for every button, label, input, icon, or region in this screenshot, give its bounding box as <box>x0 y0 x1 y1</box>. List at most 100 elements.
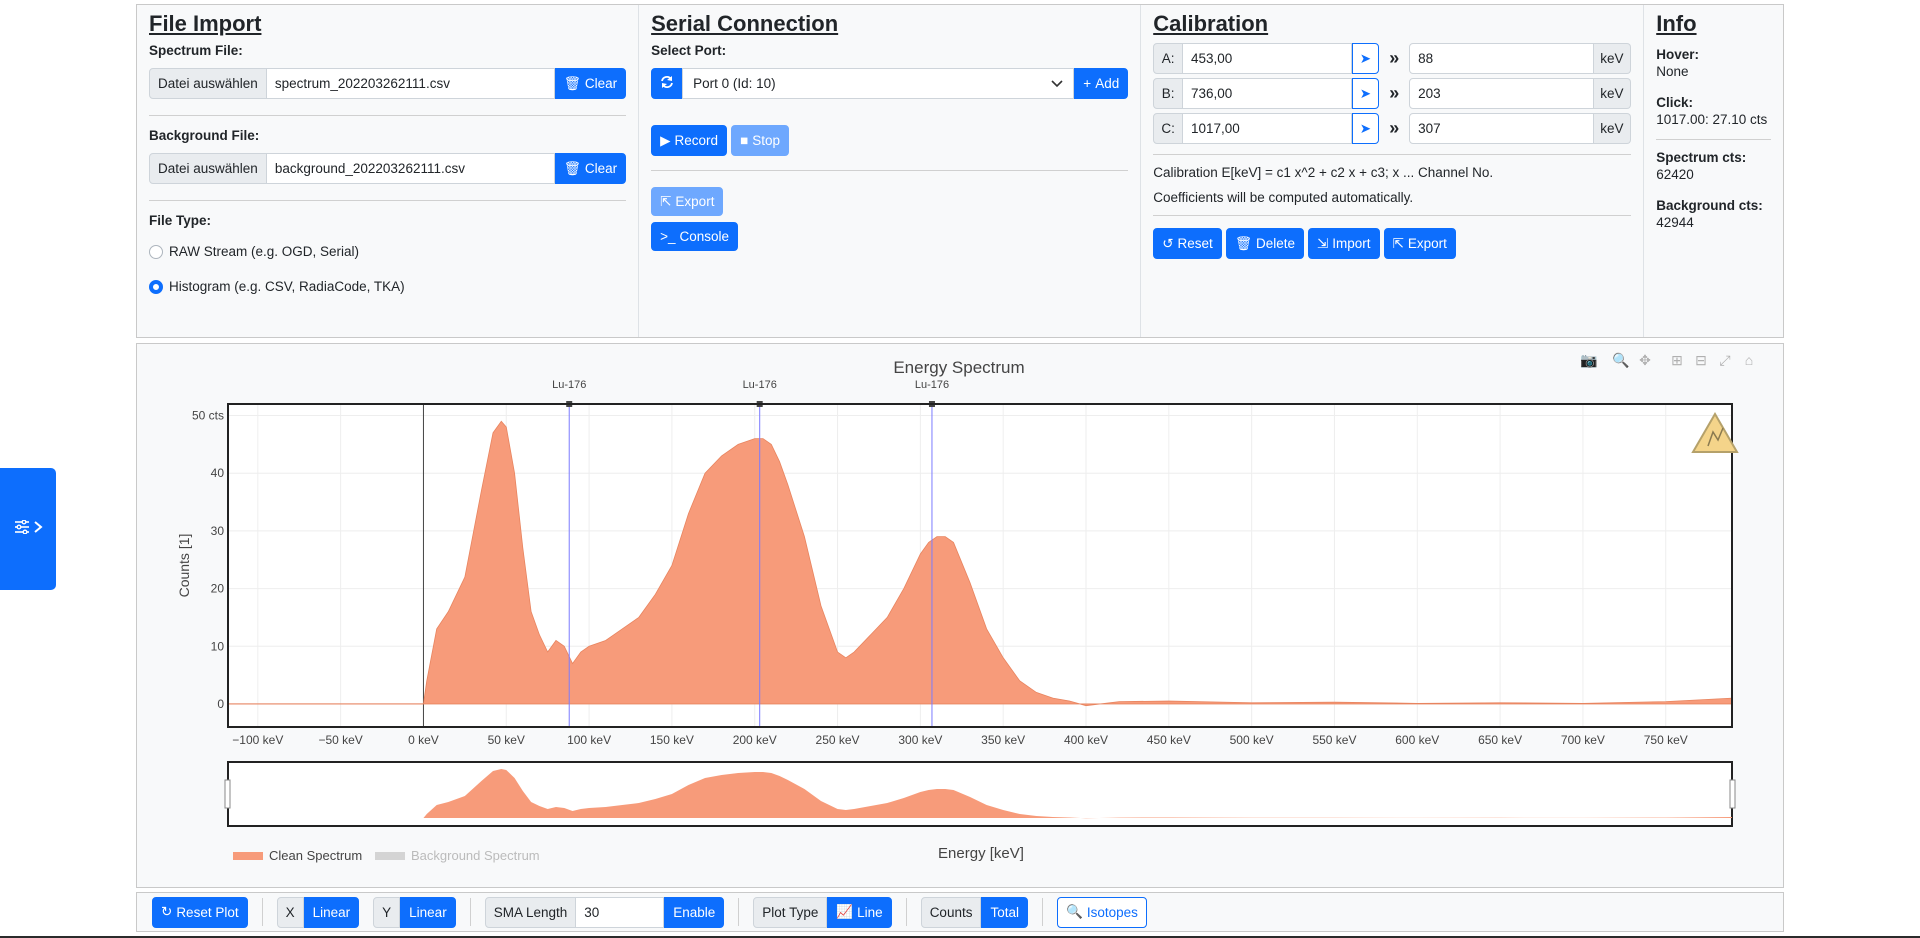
calibration-row-c: C: 1017,00 ➤ » 307 keV <box>1153 113 1632 144</box>
isotopes-label: Isotopes <box>1086 904 1138 920</box>
chart-legend[interactable]: Clean Spectrum Background Spectrum <box>233 848 540 863</box>
counts-group: Counts Total <box>920 896 1028 928</box>
energy-spectrum-chart[interactable]: Energy Spectrum −100 keV −50 keV 0 keV 50 k… <box>137 344 1783 887</box>
serial-connection-section: Serial Connection Select Port: Port 0 (I… <box>639 5 1142 337</box>
sliders-icon <box>14 519 30 539</box>
calibration-channel-input-a[interactable]: 453,00 <box>1182 43 1352 74</box>
sma-enable-button[interactable]: Enable <box>664 896 725 928</box>
stop-button[interactable]: ■ Stop <box>731 125 789 156</box>
calibration-row-a: A: 453,00 ➤ » 88 keV <box>1153 43 1632 74</box>
serial-export-button[interactable]: ⇱ Export <box>651 187 724 216</box>
add-port-label: Add <box>1095 76 1120 91</box>
record-controls: ▶ Record ■ Stop <box>651 125 1128 156</box>
calibration-point-label: B: <box>1153 78 1183 109</box>
calibration-energy-input-a[interactable]: 88 <box>1409 43 1594 74</box>
terminal-icon: >_ <box>660 229 676 244</box>
pick-point-button-a[interactable]: ➤ <box>1351 43 1380 74</box>
calibration-channel-input-c[interactable]: 1017,00 <box>1182 113 1352 144</box>
clear-spectrum-button[interactable]: 🗑 Clear <box>554 68 627 99</box>
isotopes-button[interactable]: 🔍 Isotopes <box>1057 896 1147 928</box>
sma-group: SMA Length 30 Enable <box>484 896 725 928</box>
divider <box>651 170 1129 171</box>
divider <box>738 898 740 926</box>
background-browse-button[interactable]: Datei auswählen <box>149 153 267 184</box>
cursor-icon: ➤ <box>1359 85 1372 101</box>
x-tick-label: 650 keV <box>1478 733 1522 747</box>
trash-icon: 🗑 <box>563 75 581 91</box>
clear-background-button[interactable]: 🗑 Clear <box>554 153 627 184</box>
x-tick-label: 550 keV <box>1312 733 1356 747</box>
calibration-unit: keV <box>1593 113 1632 144</box>
raw-stream-radio[interactable] <box>149 244 163 259</box>
reset-plot-button[interactable]: ↻ Reset Plot <box>152 896 248 928</box>
file-export-icon: ⇱ <box>1392 235 1404 251</box>
background-file-label: Background File: <box>149 128 260 143</box>
calibration-section: Calibration A: 453,00 ➤ » 88 keV B: 736,… <box>1141 5 1645 337</box>
divider <box>149 200 627 201</box>
calibration-export-label: Export <box>1407 236 1447 251</box>
record-button[interactable]: ▶ Record <box>651 125 728 156</box>
refresh-icon <box>660 75 674 92</box>
x-tick-label: −100 keV <box>232 733 283 747</box>
x-tick-label: 50 keV <box>488 733 525 747</box>
divider <box>1656 139 1771 140</box>
add-port-button[interactable]: + Add <box>1074 68 1129 99</box>
x-tick-label: 100 keV <box>567 733 611 747</box>
x-scale-toggle[interactable]: Linear <box>303 896 360 928</box>
x-tick-label: 600 keV <box>1395 733 1439 747</box>
histogram-option[interactable]: Histogram (e.g. CSV, RadiaCode, TKA) <box>149 279 626 294</box>
x-tick-label: 150 keV <box>650 733 694 747</box>
x-scale-label: X <box>276 896 304 928</box>
range-slider[interactable] <box>224 761 1736 827</box>
calibration-export-button[interactable]: ⇱ Export <box>1383 228 1456 259</box>
calibration-reset-button[interactable]: ↺ Reset <box>1153 228 1222 259</box>
spectrum-browse-button[interactable]: Datei auswählen <box>149 68 267 99</box>
pick-point-button-c[interactable]: ➤ <box>1351 113 1380 144</box>
serial-connection-title: Serial Connection <box>651 11 839 36</box>
calibration-import-button[interactable]: ⇲ Import <box>1307 228 1380 259</box>
raw-stream-option[interactable]: RAW Stream (e.g. OGD, Serial) <box>149 244 626 259</box>
refresh-ports-button[interactable] <box>651 68 683 99</box>
click-value: 1017.00: 27.10 cts <box>1656 112 1768 127</box>
counts-toggle[interactable]: Total <box>981 896 1028 928</box>
clear-background-label: Clear <box>584 161 618 176</box>
control-panels: File Import Spectrum File: Datei auswähl… <box>136 4 1784 338</box>
calibration-row-b: B: 736,00 ➤ » 203 keV <box>1153 78 1632 109</box>
pick-point-button-b[interactable]: ➤ <box>1351 78 1380 109</box>
histogram-label: Histogram (e.g. CSV, RadiaCode, TKA) <box>169 279 405 294</box>
divider <box>261 898 263 926</box>
calibration-title: Calibration <box>1153 11 1269 36</box>
legend-label-clean: Clean Spectrum <box>269 848 362 863</box>
file-export-icon: ⇱ <box>660 193 672 209</box>
legend-label-background: Background Spectrum <box>411 848 540 863</box>
port-select-value: Port 0 (Id: 10) <box>693 76 776 91</box>
calibration-actions: ↺ Reset 🗑 Delete ⇲ Import ⇱ Export <box>1153 228 1631 259</box>
chart-title: Energy Spectrum <box>893 358 1024 377</box>
y-tick-label: 0 <box>217 697 224 711</box>
chevron-down-icon <box>1051 76 1063 91</box>
y-scale-toggle[interactable]: Linear <box>400 896 456 928</box>
port-select[interactable]: Port 0 (Id: 10) <box>682 68 1075 99</box>
calibration-unit: keV <box>1593 78 1632 109</box>
histogram-radio[interactable] <box>149 279 163 294</box>
calibration-delete-button[interactable]: 🗑 Delete <box>1225 228 1304 259</box>
sma-length-input[interactable]: 30 <box>576 896 665 928</box>
calibration-channel-input-b[interactable]: 736,00 <box>1182 78 1352 109</box>
x-tick-label: 300 keV <box>898 733 942 747</box>
spectrum-file-name[interactable]: spectrum_202203262111.csv <box>266 68 555 99</box>
background-counts-value: 42944 <box>1656 215 1694 230</box>
x-axis-label: Energy [keV] <box>938 845 1024 862</box>
background-file-name[interactable]: background_202203262111.csv <box>266 153 555 184</box>
settings-sidebar-toggle[interactable] <box>0 468 56 590</box>
range-handle-right <box>1729 779 1736 809</box>
select-port-label: Select Port: <box>651 43 727 58</box>
calibration-point-label: A: <box>1153 43 1183 74</box>
plot-type-toggle[interactable]: 📈 Line <box>827 896 892 928</box>
calibration-energy-input-c[interactable]: 307 <box>1409 113 1594 144</box>
console-button[interactable]: >_ Console <box>651 222 739 251</box>
calibration-energy-input-b[interactable]: 203 <box>1409 78 1594 109</box>
divider <box>1153 154 1632 155</box>
play-icon: ▶ <box>660 132 671 148</box>
calibration-formula: Calibration E[keV] = c1 x^2 + c2 x + c3;… <box>1153 165 1494 180</box>
legend-swatch-clean <box>233 852 263 860</box>
